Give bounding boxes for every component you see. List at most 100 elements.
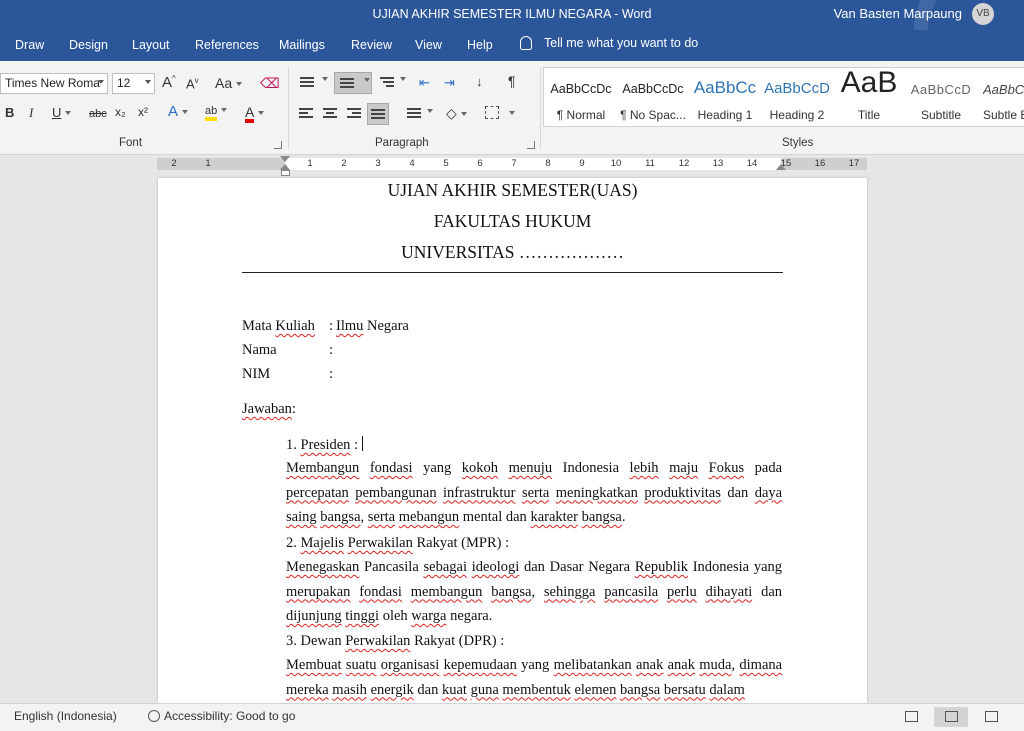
sort-icon: ↓	[476, 74, 483, 89]
clear-formatting-button[interactable]: ⌫	[260, 75, 280, 92]
font-color-button[interactable]: A	[245, 104, 265, 123]
style-no-spacing[interactable]: AaBbCcDc ¶ No Spac...	[617, 68, 689, 126]
avatar[interactable]: VB	[972, 3, 994, 25]
tab-help[interactable]: Help	[467, 38, 493, 52]
justify-button[interactable]	[367, 103, 389, 125]
right-indent-marker[interactable]	[776, 164, 786, 170]
italic-button[interactable]: I	[29, 105, 33, 121]
show-formatting-button[interactable]: ¶	[508, 73, 516, 89]
increase-indent-button[interactable]: ⇥	[444, 75, 455, 91]
tab-layout[interactable]: Layout	[132, 38, 170, 52]
lightbulb-icon	[520, 36, 532, 50]
style-sample: AaBbCcD	[910, 82, 972, 97]
shrink-font-button[interactable]: Av	[186, 76, 199, 91]
shading-button[interactable]: ◇	[446, 105, 467, 122]
style-subtitle[interactable]: AaBbCcD Subtitle	[905, 68, 977, 126]
superscript-button[interactable]: x²	[138, 105, 148, 119]
paragraph-dialog-launcher[interactable]	[527, 141, 535, 149]
answer-word	[659, 460, 670, 476]
borders-button[interactable]	[485, 106, 499, 119]
sort-button[interactable]: ↓	[476, 74, 483, 89]
first-line-indent-marker[interactable]	[280, 156, 290, 162]
answer-word: energik	[370, 681, 414, 698]
underline-button[interactable]: U	[52, 105, 72, 120]
highlight-button[interactable]: ab	[205, 105, 228, 121]
font-size-dropdown[interactable]: 12	[112, 73, 155, 94]
field-label-text: Kuliah	[275, 318, 315, 334]
line-spacing-button[interactable]	[401, 105, 433, 123]
tab-design[interactable]: Design	[69, 38, 108, 52]
ruler-number: 8	[545, 158, 551, 169]
tab-view[interactable]: View	[415, 38, 442, 52]
user-name[interactable]: Van Basten Marpaung	[834, 6, 962, 21]
style-sample: AaBbCc	[693, 78, 757, 97]
field-value: Ilmu Negara	[336, 318, 409, 335]
answer-word: dimana	[739, 657, 783, 673]
left-indent-marker[interactable]	[281, 170, 290, 176]
style-title[interactable]: AaB Title	[833, 68, 905, 126]
web-layout-button[interactable]	[974, 707, 1008, 727]
answer-word: ,	[531, 583, 544, 600]
bold-button[interactable]: B	[5, 105, 14, 120]
answer-word: warga	[411, 608, 447, 625]
language-indicator[interactable]: English (Indonesia)	[14, 709, 117, 723]
decrease-indent-button[interactable]: ⇤	[419, 75, 430, 91]
style-heading-2[interactable]: AaBbCcD Heading 2	[761, 68, 833, 126]
numbering-button[interactable]	[334, 72, 372, 94]
answer-word: daya	[754, 484, 783, 501]
styles-gallery: AaBbCcDc ¶ Normal AaBbCcDc ¶ No Spac... …	[543, 67, 1024, 127]
answer-heading-text: :	[350, 437, 359, 453]
tab-mailings[interactable]: Mailings	[279, 38, 325, 52]
style-heading-1[interactable]: AaBbCc Heading 1	[689, 68, 761, 126]
style-sample: AaB	[840, 67, 898, 99]
answer-heading-text: Presiden	[300, 437, 351, 453]
text-effects-icon: A	[168, 103, 179, 120]
answer-word: pancasila	[604, 583, 659, 600]
style-sample: AaBbCcD	[983, 82, 1024, 97]
tab-draw[interactable]: Draw	[15, 38, 44, 52]
print-layout-button[interactable]	[934, 707, 968, 727]
header-rule	[242, 272, 783, 273]
accessibility-status[interactable]: Accessibility: Good to go	[148, 709, 295, 723]
document-page[interactable]: UJIAN AKHIR SEMESTER(UAS) FAKULTAS HUKUM…	[158, 178, 867, 703]
bullets-button[interactable]	[298, 73, 328, 93]
grow-font-button[interactable]: A^	[162, 74, 176, 91]
multilevel-list-button[interactable]	[378, 73, 406, 93]
answer-word: mebangun	[398, 509, 460, 526]
tab-review[interactable]: Review	[351, 38, 392, 52]
strikethrough-button[interactable]: abc	[89, 108, 107, 120]
read-mode-button[interactable]	[894, 707, 928, 727]
answer-paragraph: Membuat suatu organisasi kepemudaan yang…	[286, 653, 782, 702]
answer-word: Republik	[634, 559, 688, 575]
style-subtle-emphasis[interactable]: AaBbCcD Subtle E	[977, 68, 1024, 126]
book-icon	[905, 711, 918, 722]
tell-me-search[interactable]: Tell me what you want to do	[520, 36, 698, 50]
answer-word: percepatan	[286, 484, 349, 501]
numbering-icon	[340, 78, 354, 90]
answer-word: mental dan	[459, 509, 531, 526]
horizontal-ruler[interactable]: 2 1 1 2 3 4 5 6 7 8 9 10 11 12 13 14 15 …	[157, 158, 867, 170]
answer-word: maju	[669, 460, 699, 476]
answer-word	[482, 584, 491, 600]
ruler-number: 12	[678, 158, 690, 169]
text-effects-button[interactable]: A	[168, 103, 189, 120]
answer-word: suatu	[345, 657, 377, 673]
font-name-dropdown[interactable]: Times New Roma	[0, 73, 108, 94]
field-label-text: Nama	[242, 342, 277, 358]
align-center-button[interactable]	[323, 108, 337, 120]
answer-word: fondasi	[359, 583, 402, 600]
answer-word: dan Dasar Negara	[519, 559, 635, 575]
tab-references[interactable]: References	[195, 38, 259, 52]
align-left-button[interactable]	[299, 108, 313, 120]
change-case-button[interactable]: Aa	[215, 75, 243, 91]
subscript-button[interactable]: x₂	[115, 105, 126, 119]
style-sample: AaBbCcDc	[622, 82, 684, 96]
answer-paragraph: Menegaskan Pancasila sebagai ideologi da…	[286, 555, 782, 629]
web-icon	[985, 711, 998, 722]
style-normal[interactable]: AaBbCcDc ¶ Normal	[545, 68, 617, 126]
underline-icon: U	[52, 105, 62, 120]
answer-word	[498, 460, 509, 476]
font-dialog-launcher[interactable]	[274, 141, 282, 149]
ribbon-tabs: Draw Design Layout References Mailings R…	[0, 30, 1024, 61]
align-right-button[interactable]	[347, 108, 361, 120]
